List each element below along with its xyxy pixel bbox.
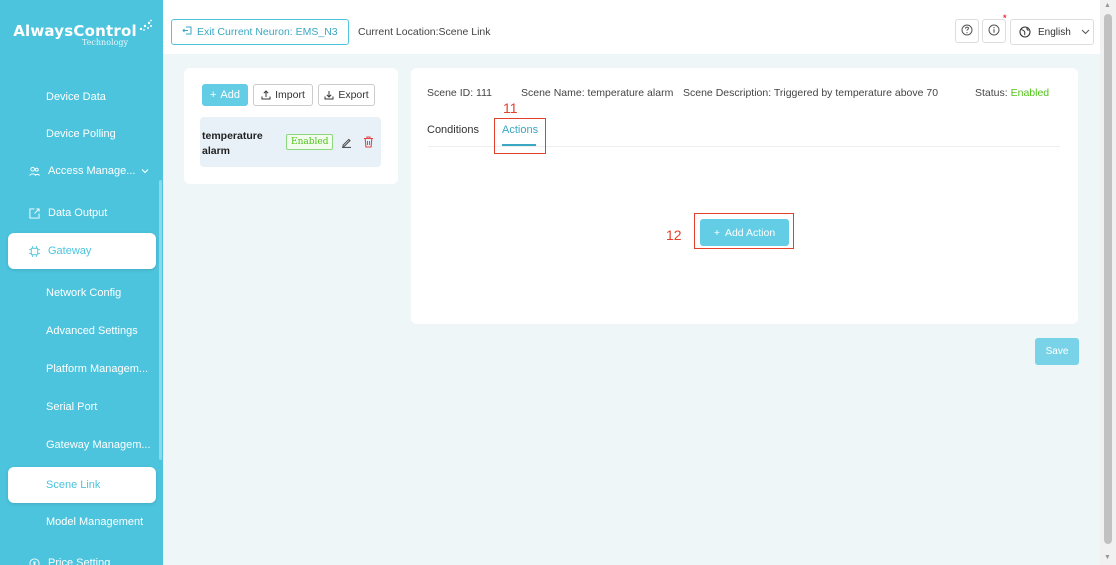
users-icon [28,165,40,177]
sidebar-item-label: Access Manage... [48,165,136,177]
scene-description: Scene Description: Triggered by temperat… [683,87,939,99]
annotation-box-11 [494,118,546,154]
gateway-icon [28,245,40,257]
sidebar-item-scene-link[interactable]: Scene Link [8,467,156,503]
exit-neuron-button[interactable]: Exit Current Neuron: EMS_N3 [171,19,349,45]
sidebar-item-advanced-settings[interactable]: Advanced Settings [8,313,156,349]
plus-icon: + [209,89,217,101]
sidebar-item-access-management[interactable]: Access Manage... [8,153,156,189]
annotation-number-12: 12 [666,227,682,243]
exit-neuron-label: Exit Current Neuron: EMS_N3 [197,26,338,38]
edit-icon[interactable] [341,137,352,151]
sidebar-item-label: Device Polling [46,128,116,140]
scene-status: Status: Enabled [975,87,1049,99]
scene-name: Scene Name: temperature alarm [521,87,674,99]
add-scene-label: Add [220,89,240,101]
scroll-down-icon[interactable]: ▼ [1104,554,1111,561]
export-label: Export [338,89,369,101]
import-button[interactable]: Import [253,84,313,106]
annotation-box-12 [694,213,794,249]
scroll-up-icon[interactable]: ▲ [1104,2,1111,9]
sidebar-item-label: Gateway Managem... [46,439,151,451]
globe-icon [1019,26,1031,38]
page-scrollbar[interactable]: ▲ ▼ [1100,0,1116,565]
scene-item-name: temperature alarm [202,130,263,157]
language-value: English [1038,26,1071,38]
sidebar-item-network-config[interactable]: Network Config [8,275,156,311]
status-badge: Enabled [286,134,334,150]
sidebar-item-label: Network Config [46,287,122,299]
current-location: Current Location:Scene Link [358,26,491,38]
annotation-number-11: 11 [503,100,518,116]
download-icon [324,90,334,100]
sidebar-scrollbar[interactable] [159,180,162,460]
language-select[interactable]: English [1010,19,1094,45]
sidebar-item-label: Device Data [46,91,106,103]
upload-icon [261,90,271,100]
export-button[interactable]: Export [318,84,375,106]
chevron-down-icon [1081,27,1090,38]
scene-id: Scene ID: 111 [427,87,492,99]
sidebar-item-platform-management[interactable]: Platform Managem... [8,351,156,387]
brand-tagline: Technology [81,37,129,47]
scrollbar-thumb[interactable] [1104,14,1112,544]
price-icon [28,557,40,565]
exit-icon [182,26,192,38]
sidebar: AlwaysControl Technology Device Data Dev… [0,0,163,565]
export-icon [28,207,40,219]
signal-dots-icon [139,19,152,31]
sidebar-item-label: Serial Port [46,401,98,413]
sidebar-item-label: Model Management [46,516,144,528]
sidebar-item-label: Advanced Settings [46,325,138,337]
sidebar-item-data-output[interactable]: Data Output [8,195,156,231]
delete-icon[interactable] [363,136,374,151]
tab-conditions[interactable]: Conditions [427,124,479,136]
sidebar-item-device-polling[interactable]: Device Polling [8,116,156,152]
sidebar-item-device-data[interactable]: Device Data [8,79,156,115]
notification-dot: * [1003,13,1007,23]
chevron-down-icon [141,166,149,176]
sidebar-item-model-management[interactable]: Model Management [8,504,156,540]
brand-logo: AlwaysControl Technology [8,8,158,60]
help-button[interactable] [955,19,979,43]
sidebar-item-label: Platform Managem... [46,363,149,375]
save-button[interactable]: Save [1035,338,1079,365]
add-scene-button[interactable]: + Add [202,84,248,106]
sidebar-item-price-setting[interactable]: Price Setting [8,545,156,565]
sidebar-item-label: Data Output [48,207,108,219]
sidebar-item-label: Price Setting [48,557,111,565]
sidebar-item-label: Gateway [48,245,92,257]
sidebar-item-label: Scene Link [46,479,101,491]
info-icon [988,24,1000,39]
sidebar-item-serial-port[interactable]: Serial Port [8,389,156,425]
scene-status-label: Status: [975,87,1008,99]
scene-status-value: Enabled [1010,87,1050,99]
sidebar-item-gateway[interactable]: Gateway [8,233,156,269]
help-icon [961,24,973,39]
sidebar-item-gateway-management[interactable]: Gateway Managem... [8,427,156,463]
import-label: Import [275,89,305,101]
